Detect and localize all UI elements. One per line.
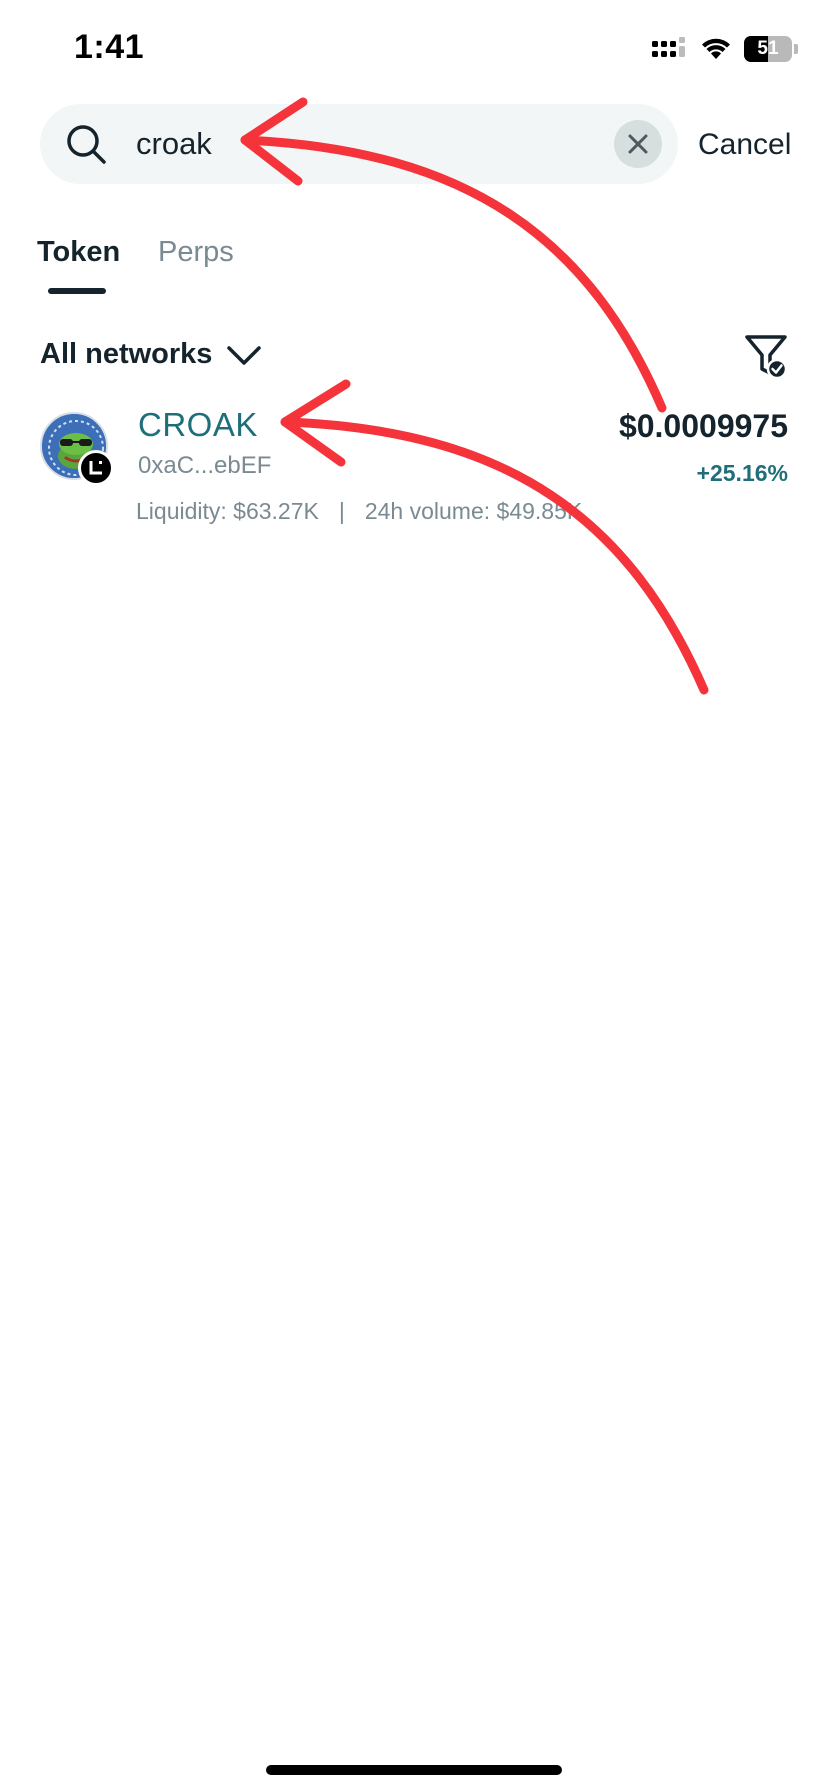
close-icon [628, 134, 648, 154]
chain-badge-icon [78, 450, 114, 486]
signal-icon [652, 37, 685, 57]
cancel-button[interactable]: Cancel [698, 128, 791, 162]
status-time: 1:41 [74, 28, 145, 66]
home-indicator [266, 1765, 562, 1775]
tab-perps[interactable]: Perps [158, 236, 234, 269]
battery-tip [794, 44, 798, 54]
chevron-down-icon [227, 345, 262, 365]
network-selector-label: All networks [40, 338, 213, 370]
search-input[interactable] [136, 118, 636, 170]
token-symbol: CROAK [138, 406, 258, 443]
active-tab-indicator [48, 288, 106, 294]
tab-token[interactable]: Token [37, 236, 120, 269]
token-address: 0xaC...ebEF [138, 452, 272, 479]
wifi-icon [702, 38, 730, 59]
token-price-change: +25.16% [696, 460, 788, 486]
status-icons: 51 [652, 34, 798, 64]
token-stats: Liquidity: $63.27K | 24h volume: $49.85K [136, 498, 582, 525]
battery-icon: 51 [744, 36, 792, 62]
network-selector[interactable]: All networks [40, 338, 262, 371]
search-bar[interactable] [40, 104, 678, 184]
search-icon [67, 125, 106, 164]
battery-percent: 51 [757, 38, 779, 59]
token-volume: 24h volume: $49.85K [364, 498, 583, 524]
stats-separator: | [338, 498, 345, 524]
token-liquidity: Liquidity: $63.27K [136, 498, 319, 524]
filter-icon[interactable] [744, 334, 788, 380]
annotation-arrows [240, 97, 709, 695]
token-price: $0.0009975 [618, 408, 788, 444]
clear-search-button[interactable] [614, 120, 662, 168]
token-result-row[interactable]: CROAK 0xaC...ebEF $0.0009975 +25.16% Liq… [0, 400, 828, 540]
